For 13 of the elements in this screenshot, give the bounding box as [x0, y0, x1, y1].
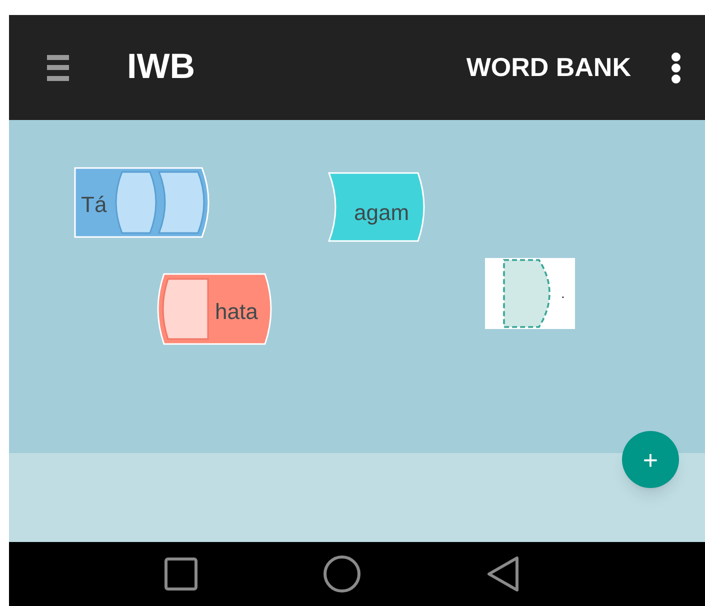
drop-label: . [561, 286, 565, 300]
word-bank-button[interactable]: WORD BANK [466, 48, 631, 87]
app-title: IWB [127, 46, 196, 88]
add-button[interactable]: + [622, 431, 679, 488]
block-label: hata [215, 301, 258, 323]
block-label: Tá [81, 194, 107, 216]
home-icon[interactable] [323, 555, 361, 593]
more-options-icon[interactable] [671, 52, 681, 84]
menu-icon[interactable] [47, 54, 69, 80]
recents-icon[interactable] [164, 557, 198, 591]
back-icon[interactable] [486, 556, 520, 592]
drop-target[interactable]: . [485, 258, 575, 329]
block-label: agam [354, 202, 410, 224]
